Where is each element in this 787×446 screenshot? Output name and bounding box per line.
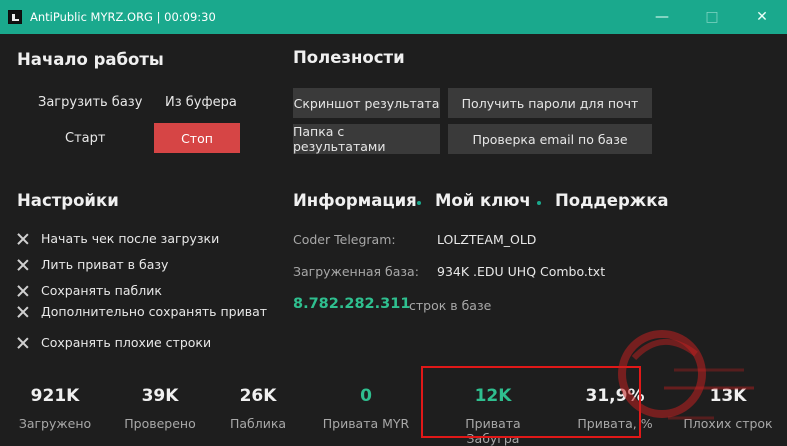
x-icon: [17, 337, 29, 349]
tab-my-key[interactable]: Мой ключ: [435, 191, 531, 210]
settings-heading: Настройки: [17, 191, 119, 210]
tab-info[interactable]: Информация: [293, 191, 417, 210]
load-base-button[interactable]: Загрузить базу: [38, 95, 142, 110]
get-passwords-button[interactable]: Получить пароли для почт: [448, 88, 652, 118]
coder-value: LOLZTEAM_OLD: [437, 232, 537, 247]
window-title: AntiPublic MYRZ.ORG | 00:09:30: [30, 10, 216, 24]
loaded-base-label: Загруженная база:: [293, 264, 419, 279]
watermark-logo-icon: [618, 330, 754, 420]
from-buffer-button[interactable]: Из буфера: [165, 95, 237, 110]
setting-save-private-extra[interactable]: Дополнительно сохранять приват: [17, 304, 267, 319]
stat-value: 39K: [141, 386, 179, 406]
lines-label: строк в базе: [409, 298, 492, 313]
setting-label: Лить приват в базу: [41, 257, 169, 272]
setting-label: Сохранять плохие строки: [41, 335, 212, 350]
stat-label: Паблика: [229, 416, 287, 431]
setting-save-bad-lines[interactable]: Сохранять плохие строки: [17, 335, 211, 350]
email-check-button[interactable]: Проверка email по базе: [448, 124, 652, 154]
start-heading: Начало работы: [17, 50, 164, 69]
stat-public: 26K Паблика: [203, 386, 313, 431]
stat-label: Проверено: [124, 416, 196, 431]
separator-dot: [537, 201, 541, 205]
x-icon: [17, 285, 29, 297]
stat-checked: 39K Проверено: [105, 386, 215, 431]
stat-value: 921K: [30, 386, 80, 406]
setting-label: Дополнительно сохранять приват: [41, 304, 268, 319]
x-icon: [17, 306, 29, 318]
setting-upload-private[interactable]: Лить приват в базу: [17, 257, 168, 272]
app-icon: [8, 10, 22, 24]
x-icon: [17, 233, 29, 245]
title-bar: AntiPublic MYRZ.ORG | 00:09:30 — □ ✕: [0, 0, 787, 34]
loaded-base-value: 934K .EDU UHQ Combo.txt: [437, 264, 606, 279]
setting-save-public[interactable]: Сохранять паблик: [17, 283, 162, 298]
screenshot-button[interactable]: Скриншот результата: [293, 88, 440, 118]
stat-loaded: 921K Загружено: [0, 386, 110, 431]
lines-count: 8.782.282.311: [293, 296, 411, 312]
x-icon: [17, 259, 29, 271]
setting-start-after-load[interactable]: Начать чек после загрузки: [17, 231, 219, 246]
stat-private-myr: 0 Привата MYR: [311, 386, 421, 431]
utils-heading: Полезности: [293, 48, 405, 67]
setting-label: Начать чек после загрузки: [41, 231, 220, 246]
stat-value: 26K: [239, 386, 277, 406]
stat-value: 0: [360, 386, 372, 406]
coder-label: Coder Telegram:: [293, 232, 396, 247]
tab-support[interactable]: Поддержка: [555, 191, 669, 210]
close-icon[interactable]: ✕: [737, 0, 787, 34]
results-folder-button[interactable]: Папка с результатами: [293, 124, 440, 154]
separator-dot: [417, 201, 421, 205]
stat-label: Загружено: [18, 416, 92, 431]
minimize-icon[interactable]: —: [637, 0, 687, 34]
setting-label: Сохранять паблик: [41, 283, 162, 298]
start-button[interactable]: Старт: [65, 131, 105, 146]
stop-button[interactable]: Стоп: [154, 123, 240, 153]
maximize-icon: □: [705, 9, 719, 25]
window-controls: — □ ✕: [637, 0, 787, 34]
stat-label: Привата MYR: [322, 416, 410, 431]
